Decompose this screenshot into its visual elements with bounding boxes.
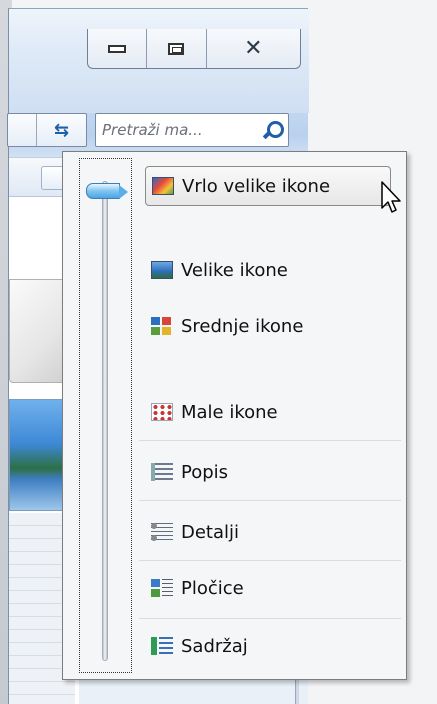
menu-item-list[interactable]: Popis	[145, 452, 395, 492]
menu-separator	[139, 500, 401, 501]
menu-item-label: Vrlo velike ikone	[182, 175, 331, 197]
minimize-icon	[108, 44, 127, 53]
search-input[interactable]	[102, 121, 262, 139]
menu-item-label: Srednje ikone	[181, 315, 304, 337]
address-bar-end[interactable]: ⇆	[7, 113, 87, 147]
menu-item-large-icons[interactable]: Velike ikone	[145, 250, 395, 290]
slider-thumb[interactable]	[86, 183, 128, 199]
menu-item-extra-large-icons[interactable]: Vrlo velike ikone	[145, 166, 391, 206]
menu-item-label: Velike ikone	[181, 259, 288, 281]
content-icon	[151, 637, 173, 655]
small-icons-icon	[151, 403, 173, 421]
menu-item-medium-icons[interactable]: Srednje ikone	[145, 306, 395, 346]
menu-item-label: Sadržaj	[181, 635, 248, 657]
screen: ✕ ⇆ Vrlo velike ikone Velike ikone	[0, 0, 437, 704]
close-button[interactable]: ✕	[207, 29, 300, 68]
menu-separator	[139, 560, 401, 561]
slider-track[interactable]	[102, 181, 108, 661]
details-icon	[151, 523, 173, 541]
caption-buttons: ✕	[87, 29, 301, 69]
view-slider[interactable]	[79, 158, 132, 673]
menu-item-content[interactable]: Sadržaj	[145, 626, 395, 666]
mouse-cursor-icon	[381, 181, 401, 213]
close-icon: ✕	[244, 35, 263, 61]
minimize-button[interactable]	[88, 29, 148, 68]
extra-large-icons-icon	[152, 177, 174, 195]
search-box[interactable]	[95, 113, 289, 147]
medium-icons-icon	[151, 317, 173, 335]
menu-item-label: Popis	[181, 461, 229, 483]
menu-item-small-icons[interactable]: Male ikone	[145, 392, 395, 432]
large-icons-icon	[151, 261, 173, 279]
menu-item-label: Male ikone	[181, 401, 278, 423]
tiles-icon	[151, 579, 173, 597]
maximize-icon	[168, 42, 185, 55]
menu-item-details[interactable]: Detalji	[145, 512, 395, 552]
menu-item-label: Detalji	[181, 521, 240, 543]
menu-separator	[139, 440, 401, 441]
menu-separator	[139, 618, 401, 619]
list-icon	[151, 463, 173, 481]
menu-item-tiles[interactable]: Pločice	[145, 568, 395, 608]
menu-item-label: Pločice	[181, 577, 244, 599]
search-icon[interactable]	[262, 120, 284, 140]
refresh-button[interactable]: ⇆	[36, 114, 86, 146]
maximize-button[interactable]	[147, 29, 207, 68]
view-dropdown-menu: Vrlo velike ikone Velike ikone Srednje i…	[62, 151, 407, 680]
refresh-icon: ⇆	[53, 119, 70, 141]
